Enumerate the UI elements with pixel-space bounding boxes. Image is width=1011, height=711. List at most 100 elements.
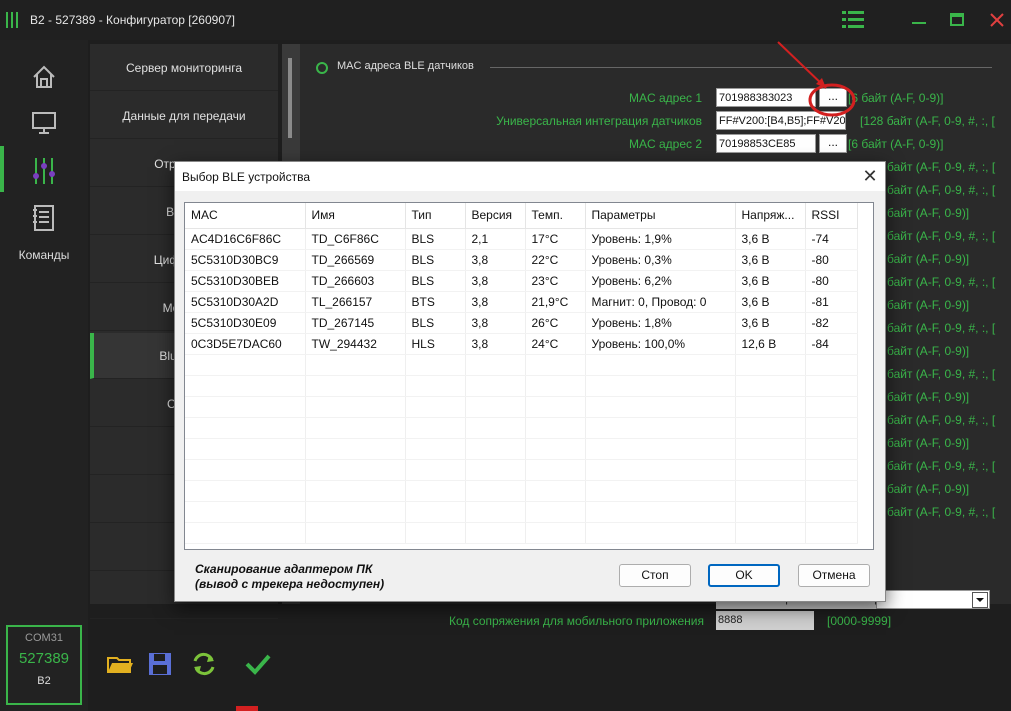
table-cell: 17°C [525, 228, 586, 250]
table-row[interactable]: 5C5310D30E09 TD_267145 BLS 3,8 26°C Уровень: … [185, 312, 858, 334]
column-header[interactable]: Параметры [585, 203, 736, 229]
column-header[interactable]: Темп. [525, 203, 586, 229]
column-header[interactable]: Напряж... [735, 203, 806, 229]
save-icon[interactable] [146, 650, 174, 678]
empty-cell [735, 417, 806, 439]
table-cell: -74 [805, 228, 858, 250]
commands-icon [33, 205, 54, 231]
column-header[interactable]: Имя [305, 203, 406, 229]
field-hint: байт (A-F, 0-9)] [887, 206, 970, 220]
section-header: MAC адреса BLE датчиков [337, 60, 474, 72]
ok-button[interactable]: OK [708, 564, 780, 587]
apply-check-icon[interactable] [244, 650, 272, 678]
dialog-close-icon[interactable]: ✕ [859, 165, 881, 187]
table-cell: 3,8 [465, 333, 526, 355]
field-hint: байт (A-F, 0-9, #, :, [ [887, 367, 996, 381]
nav-monitor[interactable] [0, 100, 88, 146]
table-cell: 26°C [525, 312, 586, 334]
table-header-row: MAC Имя Тип Версия Темп. Параметры Напряж... RS… [185, 203, 858, 229]
empty-cell [585, 354, 736, 376]
table-row[interactable]: 5C5310D30BC9 TD_266569 BLS 3,8 22°C Уровень: … [185, 249, 858, 271]
settings-menu-item[interactable]: Сервер мониторинга [90, 45, 278, 91]
stop-button[interactable]: Стоп [619, 564, 691, 587]
empty-cell [185, 396, 306, 418]
table-cell: 22°C [525, 249, 586, 271]
scan-note-line1: Сканирование адаптером ПК [195, 562, 373, 576]
maximize-button[interactable] [945, 10, 969, 30]
empty-cell [185, 417, 306, 439]
red-marker [236, 706, 258, 711]
refresh-icon[interactable] [190, 650, 218, 678]
table-cell: 3,8 [465, 291, 526, 313]
column-header[interactable]: Тип [405, 203, 466, 229]
ble-select-dialog: Выбор BLE устройства ✕ MAC Имя Тип Версия Те… [174, 161, 886, 602]
table-cell: BTS [405, 291, 466, 313]
field-hint: байт (A-F, 0-9)] [887, 252, 970, 266]
integration-hint: [128 байт (A-F, 0-9, #, :, [ [860, 114, 995, 128]
device-box[interactable]: COM31 527389 В2 [6, 625, 82, 705]
empty-cell [405, 501, 466, 523]
empty-cell [805, 501, 858, 523]
hamburger-menu-icon[interactable] [842, 11, 864, 29]
column-header[interactable]: MAC [185, 203, 306, 229]
dialog-title: Выбор BLE устройства [182, 170, 311, 184]
mac2-input[interactable]: 70198853CE85 [716, 134, 816, 153]
chevron-down-icon[interactable] [972, 592, 988, 608]
field-hint: байт (A-F, 0-9, #, :, [ [887, 459, 996, 473]
minimize-button[interactable] [907, 10, 931, 30]
empty-row [185, 459, 858, 481]
table-row[interactable]: 5C5310D30BEB TD_266603 BLS 3,8 23°C Уровень: … [185, 270, 858, 292]
ble-device-list[interactable]: MAC Имя Тип Версия Темп. Параметры Напряж... RS… [184, 202, 874, 550]
empty-cell [525, 501, 586, 523]
empty-cell [805, 417, 858, 439]
table-row[interactable]: 0C3D5E7DAC60 TW_294432 HLS 3,8 24°C Уровень: … [185, 333, 858, 355]
table-cell: BLS [405, 249, 466, 271]
field-hint: байт (A-F, 0-9, #, :, [ [887, 505, 996, 519]
nav-settings[interactable] [0, 146, 88, 192]
empty-row [185, 501, 858, 523]
table-cell: Уровень: 100,0% [585, 333, 736, 355]
empty-cell [305, 396, 406, 418]
nav-home[interactable] [0, 54, 88, 100]
field-hint: байт (A-F, 0-9, #, :, [ [887, 229, 996, 243]
commands-label[interactable]: Команды [0, 248, 88, 262]
scan-note-line2: (вывод с трекера недоступен) [195, 577, 385, 591]
empty-cell [405, 417, 466, 439]
table-cell: 3,6 В [735, 249, 806, 271]
empty-cell [185, 354, 306, 376]
empty-cell [735, 459, 806, 481]
table-cell: Уровень: 0,3% [585, 249, 736, 271]
cancel-button[interactable]: Отмена [798, 564, 870, 587]
empty-cell [525, 522, 586, 544]
table-row[interactable]: AC4D16C6F86C TD_C6F86C BLS 2,1 17°C Уровень: … [185, 228, 858, 250]
table-cell: 3,8 [465, 249, 526, 271]
column-header[interactable]: RSSI [805, 203, 858, 229]
settings-menu-item[interactable]: Данные для передачи [90, 93, 278, 139]
empty-row [185, 354, 858, 376]
empty-cell [465, 375, 526, 397]
pairing-input[interactable]: 8888 [716, 611, 814, 630]
table-row[interactable]: 5C5310D30A2D TL_266157 BTS 3,8 21,9°C Магнит:… [185, 291, 858, 313]
close-button[interactable] [985, 10, 1009, 30]
empty-cell [585, 438, 736, 460]
column-header[interactable]: Версия [465, 203, 526, 229]
table-cell: 3,6 В [735, 228, 806, 250]
empty-cell [405, 480, 466, 502]
scrollbar-thumb[interactable] [288, 58, 292, 138]
open-folder-icon[interactable] [106, 650, 134, 678]
field-hint: байт (A-F, 0-9)] [887, 390, 970, 404]
empty-cell [305, 417, 406, 439]
sliders-icon [33, 158, 55, 184]
table-cell: TD_C6F86C [305, 228, 406, 250]
empty-cell [735, 375, 806, 397]
mac2-browse-button[interactable]: ... [819, 134, 847, 153]
section-radio[interactable] [316, 62, 328, 74]
empty-cell [805, 438, 858, 460]
empty-cell [185, 459, 306, 481]
nav-commands[interactable] [0, 194, 88, 240]
empty-cell [805, 459, 858, 481]
empty-cell [585, 480, 736, 502]
table-cell: 3,8 [465, 270, 526, 292]
mac2-label: MAC адрес 2 [628, 137, 702, 151]
empty-cell [465, 396, 526, 418]
